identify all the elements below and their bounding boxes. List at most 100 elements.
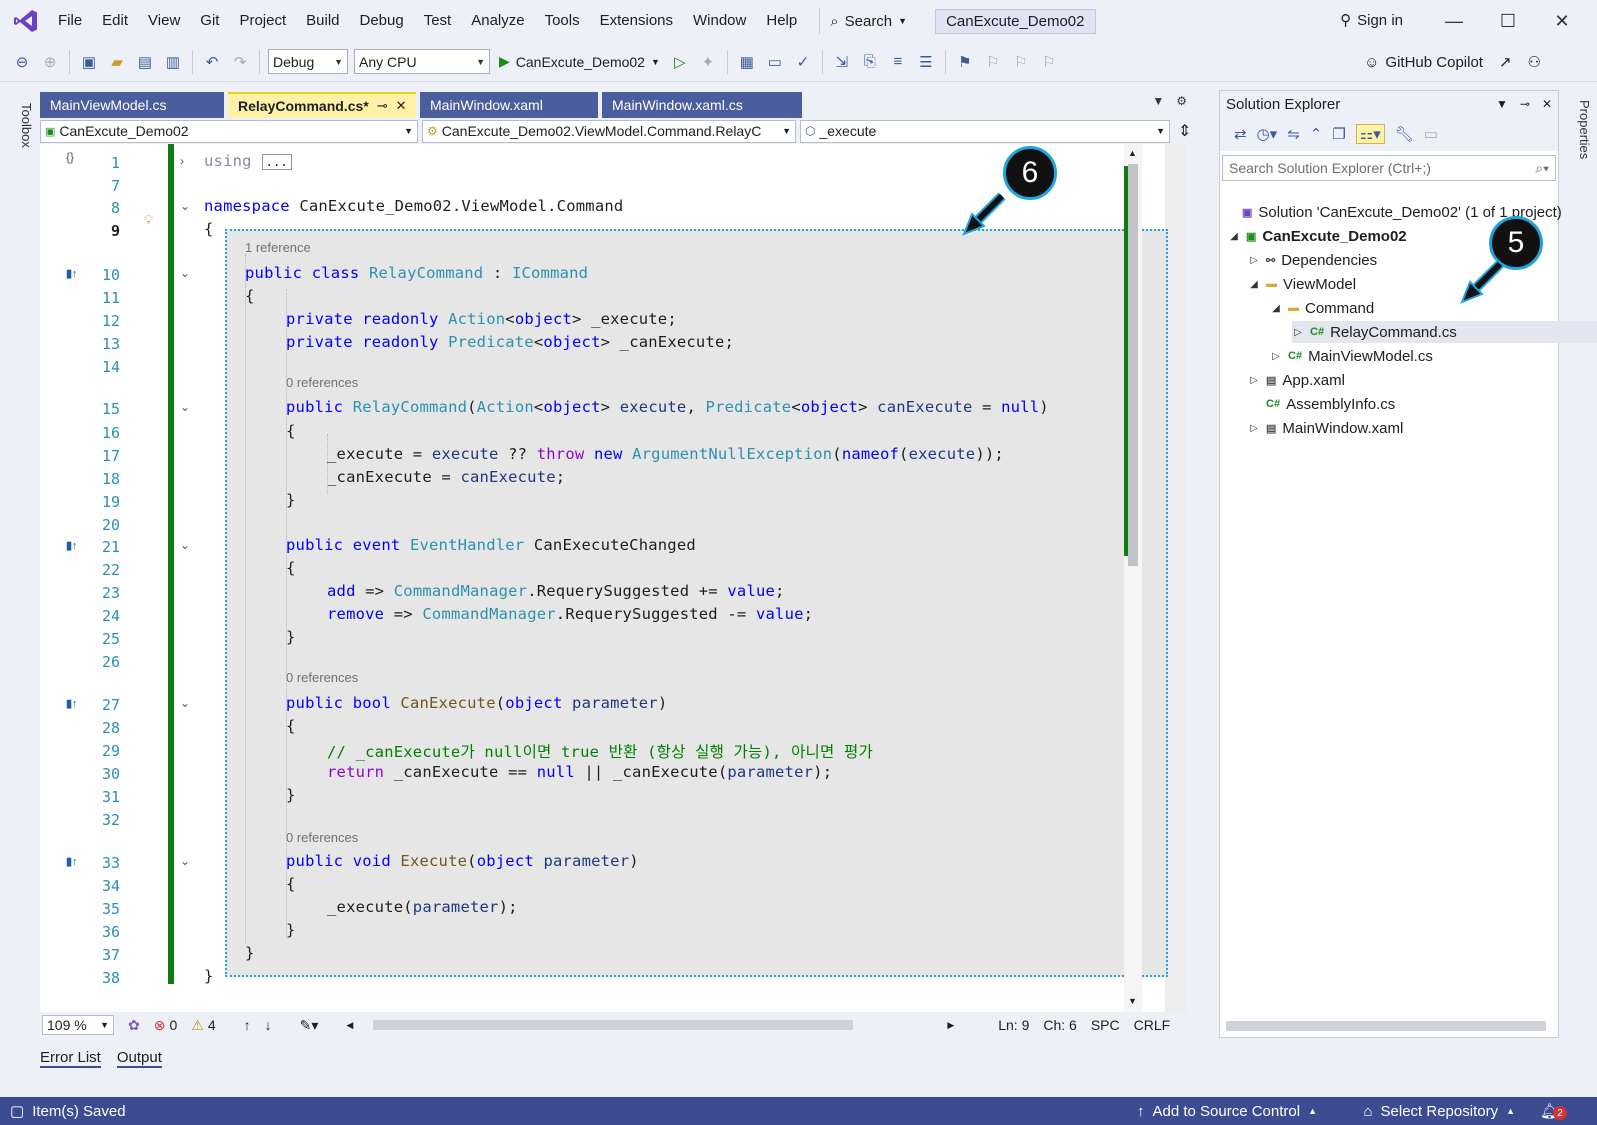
properties-tab[interactable]: Properties (1568, 90, 1592, 170)
collapse-region-icon[interactable]: ⌄ (180, 400, 190, 414)
navigate-forward-icon[interactable]: ⊕ (37, 49, 63, 75)
whitespace-indicator[interactable]: SPC (1091, 1017, 1120, 1033)
warnings-indicator[interactable]: ⚠ 4 (191, 1017, 215, 1034)
copy-icon[interactable]: ❐ (1332, 125, 1345, 143)
prev-bookmark-icon[interactable]: ⚐ (980, 49, 1006, 75)
layout-icon[interactable]: ▭ (762, 49, 788, 75)
collapsed-region-button[interactable]: ... (261, 154, 292, 170)
close-window-button[interactable]: ✕ (1535, 0, 1589, 42)
scroll-thumb[interactable] (1128, 164, 1138, 566)
menu-project[interactable]: Project (229, 0, 296, 42)
previous-issue-icon[interactable]: ↑ (244, 1017, 251, 1033)
codelens-references[interactable]: 0 references (286, 830, 358, 845)
show-all-files-icon[interactable]: ⚏▾ (1355, 124, 1385, 144)
next-issue-icon[interactable]: ↓ (265, 1017, 272, 1033)
hot-reload-icon[interactable]: ✦ (695, 49, 721, 75)
scroll-right-icon[interactable]: ▶ (947, 1020, 954, 1031)
clipboard-icon[interactable]: ⎘ (857, 49, 883, 75)
expander-icon[interactable]: ▷ (1248, 423, 1260, 434)
spellcheck-icon[interactable]: ✓ (790, 49, 816, 75)
scroll-up-icon[interactable]: ▲ (1128, 148, 1137, 158)
uncomment-icon[interactable]: ☰ (913, 49, 939, 75)
menu-help[interactable]: Help (756, 0, 807, 42)
codelens-references[interactable]: 1 reference (245, 240, 311, 255)
horizontal-scrollbar[interactable] (373, 1020, 854, 1030)
menu-tools[interactable]: Tools (535, 0, 590, 42)
feedback-icon[interactable]: ⚇ (1528, 53, 1541, 71)
menu-git[interactable]: Git (190, 0, 229, 42)
errors-indicator[interactable]: ⊗ 0 (154, 1017, 178, 1034)
open-folder-icon[interactable]: ▰ (104, 49, 130, 75)
menu-window[interactable]: Window (683, 0, 756, 42)
tree-item[interactable]: C# AssemblyInfo.cs (1248, 393, 1395, 415)
step-icon[interactable]: ⇲ (829, 49, 855, 75)
code-editor[interactable]: 1 using... › 7 8 namespace CanExcute_Demo02.V… (40, 144, 1186, 1012)
scroll-left-icon[interactable]: ◀ (346, 1020, 353, 1031)
line-ending-indicator[interactable]: CRLF (1134, 1017, 1171, 1033)
minimize-button[interactable]: — (1427, 0, 1481, 42)
redo-icon[interactable]: ↷ (227, 49, 253, 75)
collapse-region-icon[interactable]: ⌄ (180, 696, 190, 710)
collapse-region-icon[interactable]: ⌄ (180, 199, 190, 213)
properties-wrench-icon[interactable]: 🔧︎ (1395, 125, 1414, 143)
health-icon[interactable]: ✿ (128, 1017, 140, 1034)
new-item-icon[interactable]: ▣ (76, 49, 102, 75)
menu-extensions[interactable]: Extensions (590, 0, 683, 42)
tree-item[interactable]: ◢ ▣ CanExcute_Demo02 (1228, 225, 1407, 247)
close-tab-icon[interactable]: ✕ (396, 98, 407, 114)
add-source-control-button[interactable]: ↑ Add to Source Control ▲ (1137, 1103, 1317, 1120)
search-button[interactable]: ⌕ Search ▼ (819, 8, 917, 34)
tree-item[interactable]: ▷ ⚯ Dependencies (1248, 249, 1377, 271)
select-repository-button[interactable]: ⌂ Select Repository ▲ (1363, 1103, 1515, 1120)
type-combo[interactable]: ⚙ CanExcute_Demo02.ViewModel.Command.Rel… (422, 119, 796, 143)
code-cleanup-icon[interactable]: ✎▾ (300, 1017, 319, 1034)
collapse-region-icon[interactable]: ⌄ (180, 266, 190, 280)
pin-icon[interactable]: ⊸ (377, 98, 388, 114)
expander-icon[interactable]: ◢ (1270, 303, 1282, 314)
expander-icon[interactable]: ◢ (1248, 279, 1260, 290)
tab-list-dropdown-icon[interactable]: ▼ (1152, 94, 1164, 108)
tree-item[interactable]: ▷ ▤ App.xaml (1248, 369, 1345, 391)
implements-interface-icon[interactable]: ▮↑ (66, 267, 78, 280)
collapse-all-icon[interactable]: ⌃ (1310, 125, 1323, 143)
menu-build[interactable]: Build (296, 0, 349, 42)
pin-icon[interactable]: ⊸ (1520, 97, 1530, 111)
implements-interface-icon[interactable]: ▮↑ (66, 539, 78, 552)
project-combo[interactable]: ▣ CanExcute_Demo02 ▼ (40, 119, 418, 143)
member-combo[interactable]: ⬡ _execute ▼ (800, 119, 1170, 143)
panel-dropdown-icon[interactable]: ▼ (1496, 97, 1508, 111)
tree-item[interactable]: ◢ ▬ ViewModel (1248, 273, 1356, 295)
tab-mainviewmodel[interactable]: MainViewModel.cs (40, 92, 224, 118)
expander-icon[interactable]: ◢ (1228, 231, 1240, 242)
navigate-back-icon[interactable]: ⊖ (9, 49, 35, 75)
tab-mainwindow-xaml[interactable]: MainWindow.xaml (420, 92, 598, 118)
tree-item[interactable]: ▷ ▤ MainWindow.xaml (1248, 417, 1403, 439)
solution-explorer-search-input[interactable]: Search Solution Explorer (Ctrl+;) ⌕▾ (1222, 155, 1556, 181)
codelens-references[interactable]: 0 references (286, 670, 358, 685)
menu-file[interactable]: File (48, 0, 92, 42)
tab-mainwindow-xaml-cs[interactable]: MainWindow.xaml.cs (602, 92, 802, 118)
start-without-debugging-icon[interactable]: ▷ (667, 49, 693, 75)
next-bookmark-icon[interactable]: ⚐ (1008, 49, 1034, 75)
clear-bookmarks-icon[interactable]: ⚐ (1036, 49, 1062, 75)
undo-icon[interactable]: ↶ (199, 49, 225, 75)
comment-icon[interactable]: ≡ (885, 49, 911, 75)
menu-edit[interactable]: Edit (92, 0, 138, 42)
lightbulb-icon[interactable]: 💡︎ (144, 212, 153, 228)
scroll-down-icon[interactable]: ▼ (1128, 996, 1137, 1006)
zoom-select[interactable]: 109 % ▼ (42, 1015, 114, 1035)
start-debugging-button[interactable]: ▶ CanExcute_Demo02 ▼ (493, 53, 666, 70)
tree-item[interactable]: ▷ C# RelayCommand.cs (1292, 321, 1597, 343)
save-icon[interactable]: ▤ (132, 49, 158, 75)
close-panel-icon[interactable]: ✕ (1542, 97, 1552, 111)
switch-views-icon[interactable]: ⇄ (1234, 125, 1247, 143)
sign-in-button[interactable]: ⚲ Sign in (1340, 0, 1403, 42)
tab-error-list[interactable]: Error List (40, 1049, 101, 1068)
tab-output[interactable]: Output (116, 1049, 162, 1068)
history-icon[interactable]: ◷▾ (1257, 125, 1278, 143)
settings-gear-icon[interactable]: ⚙ (1176, 94, 1187, 108)
platform-select[interactable]: Any CPU ▼ (354, 49, 490, 74)
notifications-button[interactable]: 🔔︎ 2 (1540, 1102, 1567, 1120)
codelens-references[interactable]: 0 references (286, 375, 358, 390)
browse-folder-icon[interactable]: ▦ (734, 49, 760, 75)
